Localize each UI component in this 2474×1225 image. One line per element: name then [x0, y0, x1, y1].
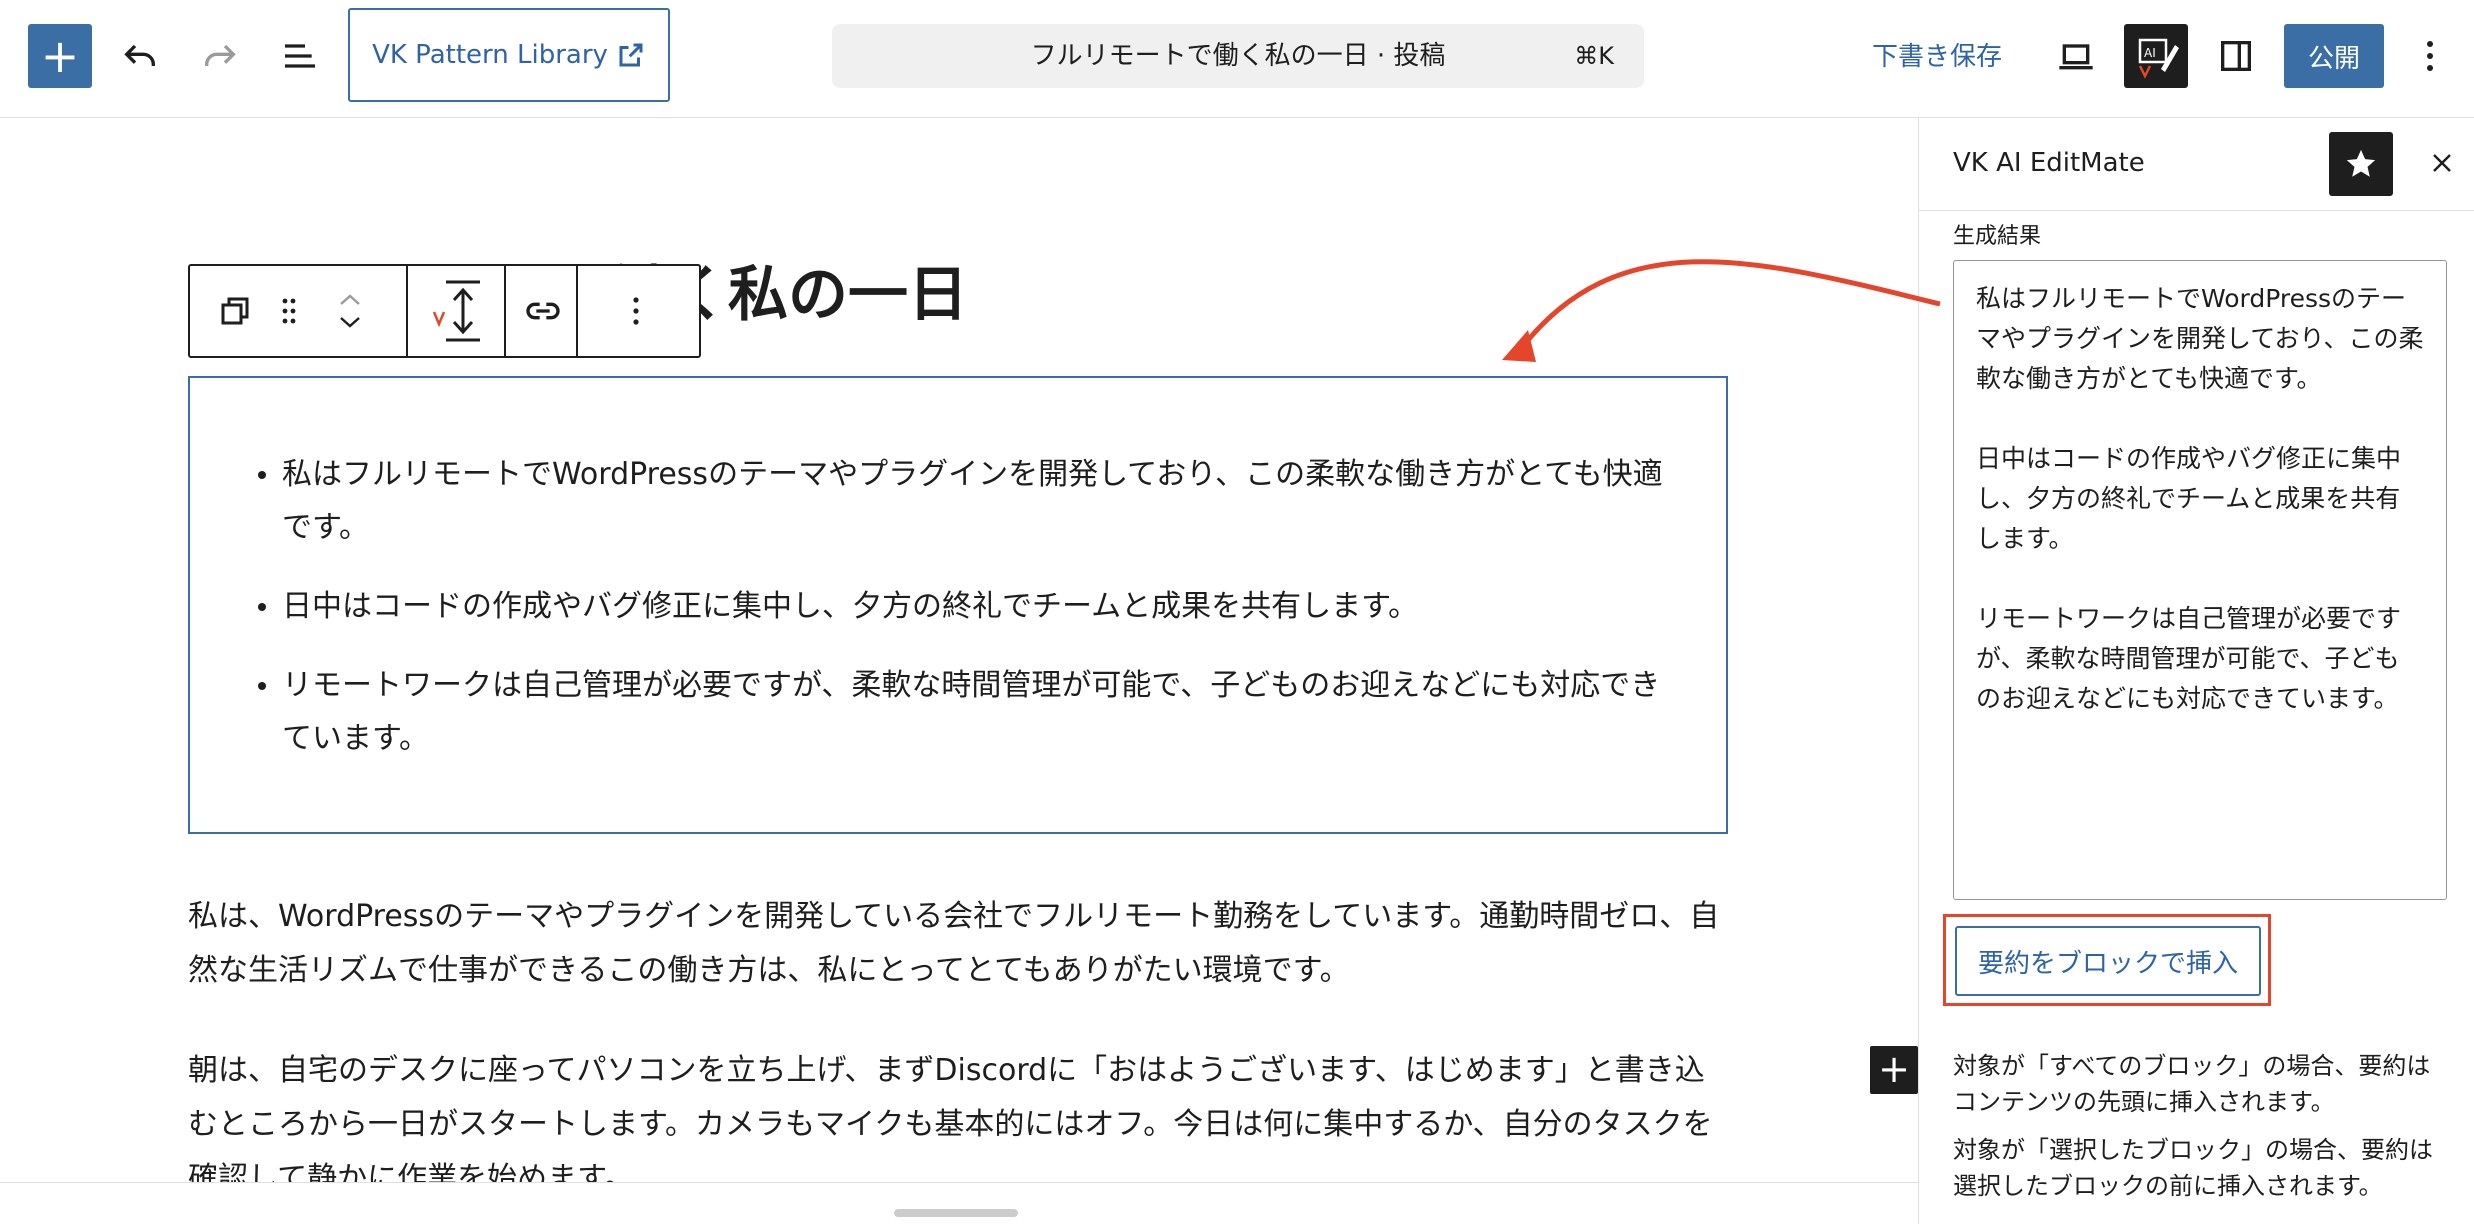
close-icon: [2433, 154, 2451, 172]
resize-handle[interactable]: [894, 1209, 1018, 1217]
toolbar-separator: [406, 266, 408, 356]
transform-block-button[interactable]: [210, 266, 260, 356]
block-options-button[interactable]: [586, 266, 686, 356]
paragraph-block[interactable]: 朝は、自宅のデスクに座ってパソコンを立ち上げ、まずDiscordに「おはようござ…: [188, 1044, 1728, 1182]
command-palette-bar[interactable]: フルリモートで働く私の一日 · 投稿 ⌘K: [832, 24, 1644, 88]
link-icon: [526, 302, 560, 320]
document-overview-button[interactable]: [274, 30, 326, 82]
duplicate-icon: [221, 297, 249, 325]
editor-footer: [0, 1182, 1918, 1225]
result-label: 生成結果: [1953, 224, 2042, 249]
redo-icon: [205, 44, 236, 66]
save-draft-button[interactable]: 下書き保存: [1872, 36, 2002, 73]
list-item[interactable]: 日中はコードの作成やバグ修正に集中し、夕方の終礼でチームと成果を共有します。: [258, 580, 1672, 633]
external-link-icon: [619, 43, 643, 67]
command-shortcut: ⌘K: [1574, 42, 1614, 70]
list-view-icon: [285, 44, 315, 68]
link-button[interactable]: [512, 266, 574, 356]
options-menu-button[interactable]: [2410, 30, 2450, 82]
vk-spacing-button[interactable]: [420, 266, 500, 356]
svg-text:AI: AI: [2144, 46, 2156, 60]
sidebar-header: VK AI EditMate: [1919, 118, 2474, 211]
plus-icon: +: [1878, 1047, 1910, 1091]
list-block-selected[interactable]: 私はフルリモートでWordPressのテーマやプラグインを開発しており、この柔軟…: [188, 376, 1918, 1094]
settings-toggle-button[interactable]: [2210, 30, 2262, 82]
paragraph-block[interactable]: 私は、WordPressのテーマやプラグインを開発している会社でフルリモート勤務…: [188, 890, 1728, 998]
vk-pattern-library-button[interactable]: VK Pattern Library: [348, 8, 670, 102]
laptop-icon: [2059, 44, 2093, 70]
close-sidebar-button[interactable]: [2419, 140, 2465, 186]
block-inserter-button[interactable]: +: [1870, 1046, 1918, 1094]
toolbar-separator: [504, 266, 506, 356]
block-toolbar: [188, 264, 701, 358]
vertical-spacing-icon: [432, 280, 480, 342]
vk-ai-editmate-sidebar: VK AI EditMate 生成結果 私はフルリモートでWordPressのテ…: [1918, 118, 2474, 1224]
chevron-up-icon[interactable]: [338, 292, 362, 306]
move-buttons[interactable]: [330, 266, 370, 356]
editor-top-bar: + VK Pattern Library フルリモートで働く私の一日 · 投稿 …: [0, 0, 2474, 118]
result-textarea[interactable]: 私はフルリモートでWordPressのテーマやプラグインを開発しており、この柔軟…: [1953, 260, 2447, 900]
drag-handle[interactable]: [274, 266, 304, 356]
chevron-down-icon[interactable]: [338, 316, 362, 330]
bullet-list: 私はフルリモートでWordPressのテーマやプラグインを開発しており、この柔軟…: [258, 448, 1672, 791]
toolbar-separator: [576, 266, 578, 356]
list-item[interactable]: リモートワークは自己管理が必要ですが、柔軟な時間管理が可能で、子どものお迎えなど…: [258, 659, 1672, 765]
publish-button[interactable]: 公開: [2284, 24, 2384, 88]
editor-canvas: フルリモートで働く私の一日 私はフルリモ: [0, 118, 1918, 1182]
star-icon: [2346, 149, 2376, 177]
plus-icon: +: [40, 29, 80, 83]
undo-icon: [124, 44, 155, 66]
redo-button[interactable]: [194, 30, 246, 82]
pin-plugin-button[interactable]: [2329, 132, 2393, 196]
ai-edit-icon: AI: [2138, 38, 2179, 79]
add-block-button[interactable]: +: [28, 24, 92, 88]
more-vertical-icon: [633, 297, 639, 325]
preview-button[interactable]: [2050, 30, 2102, 82]
sidebar-title: VK AI EditMate: [1953, 148, 2145, 178]
sidebar-toggle-icon: [2221, 41, 2251, 71]
undo-button[interactable]: [114, 30, 166, 82]
insert-summary-button[interactable]: 要約をブロックで挿入: [1955, 926, 2261, 996]
document-title: フルリモートで働く私の一日 · 投稿: [1030, 41, 1446, 71]
list-item[interactable]: 私はフルリモートでWordPressのテーマやプラグインを開発しており、この柔軟…: [258, 448, 1672, 554]
drag-handle-icon: [282, 298, 296, 324]
help-text: 対象が「選択したブロック」の場合、要約は選択したブロックの前に挿入されます。: [1953, 1136, 2433, 1200]
vk-ai-editmate-button[interactable]: AI: [2124, 24, 2188, 88]
more-vertical-icon: [2427, 41, 2433, 71]
vk-pattern-library-label: VK Pattern Library: [372, 40, 608, 70]
help-text: 対象が「すべてのブロック」の場合、要約はコンテンツの先頭に挿入されます。: [1953, 1052, 2431, 1116]
